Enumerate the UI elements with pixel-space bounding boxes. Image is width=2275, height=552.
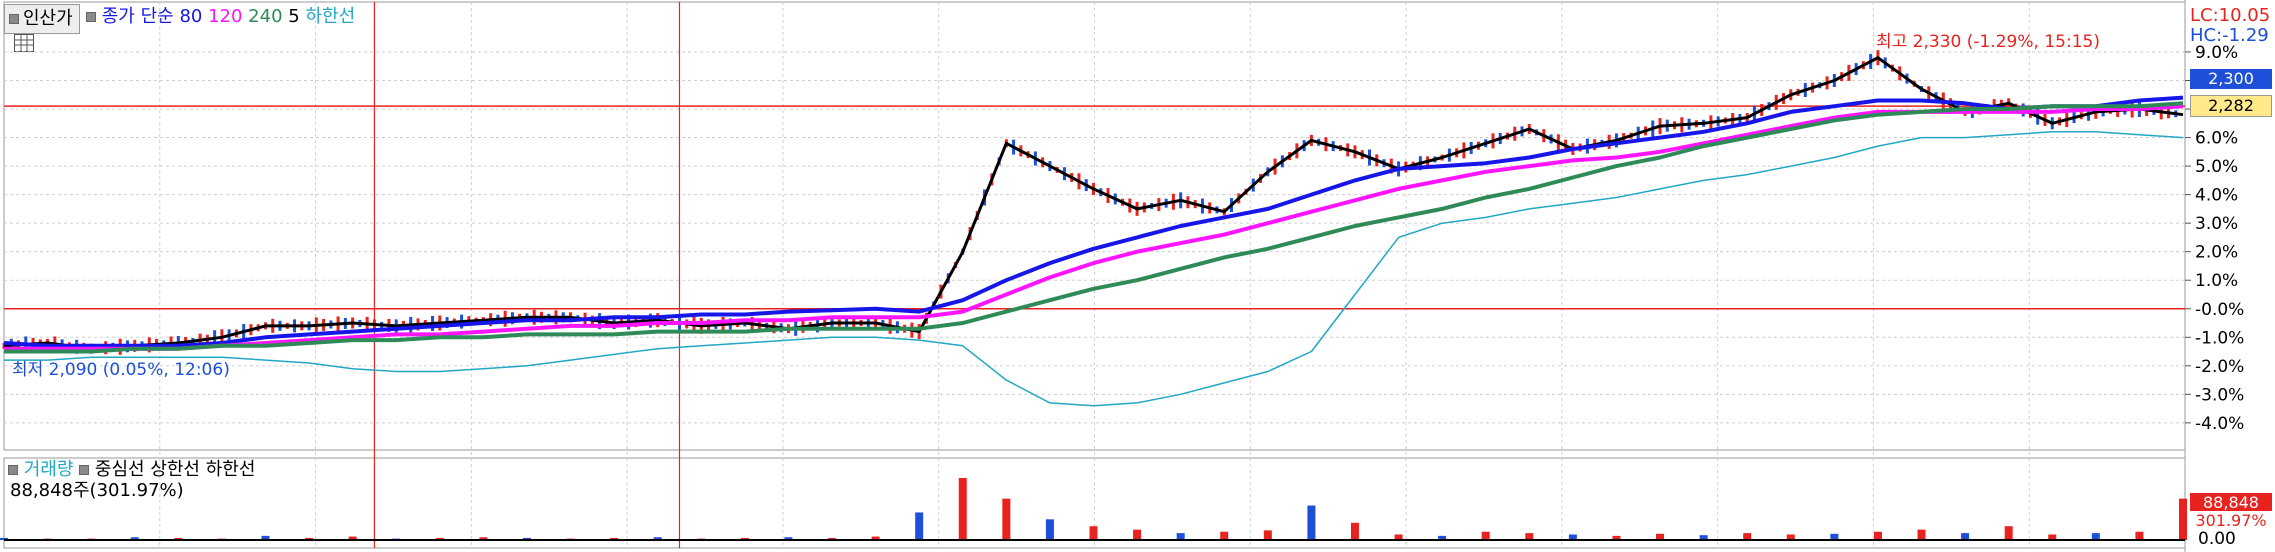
legend-volume[interactable]: 거래량	[24, 459, 74, 480]
y-tick-label: 3.0%	[2195, 214, 2238, 234]
volume-bar	[2135, 531, 2144, 540]
volume-bar	[1133, 529, 1142, 540]
volume-bar	[1350, 522, 1359, 540]
lower-band-line	[4, 131, 2184, 407]
price-volume-chart: 9.0%8.0%7.0%6.0%5.0%4.0%3.0%2.0%1.0%-0.0…	[0, 0, 2244, 552]
volume-bar	[1220, 531, 1229, 540]
volume-bar	[1873, 531, 1882, 540]
volume-bar	[1307, 505, 1316, 540]
volume-bar	[2004, 526, 2013, 540]
ma120-line	[4, 104, 2184, 351]
volume-bar	[1961, 533, 1970, 540]
volume-bar	[1743, 533, 1752, 540]
volume-bar	[2091, 533, 2100, 540]
volume-bar	[1089, 526, 1098, 540]
y-tick-label: 5.0%	[2195, 157, 2238, 177]
volume-bar	[2179, 498, 2187, 540]
price-tag-current: 2,300	[2190, 69, 2272, 89]
y-tick-label: 6.0%	[2195, 129, 2238, 149]
legend-center[interactable]: 중심선	[95, 459, 145, 480]
y-tick-label: -2.0%	[2195, 357, 2244, 377]
volume-toggle-icon[interactable]	[79, 465, 90, 475]
volume-bar	[1917, 529, 1926, 540]
volume-bar	[1481, 531, 1490, 540]
ma240-line	[4, 101, 2184, 354]
price-tag-ma: 2,282	[2190, 95, 2272, 117]
volume-bar	[1176, 533, 1185, 540]
volume-collapse-icon[interactable]	[8, 465, 18, 475]
y-tick-label: 4.0%	[2195, 186, 2238, 206]
low-annotation: 최저 2,090 (0.05%, 12:06)	[12, 360, 230, 380]
stock-chart-window: 인산가 종가 단순 80 120 240 5 하한선 9.0%8.0%7.0%6…	[0, 0, 2275, 552]
volume-bar	[1525, 533, 1534, 540]
y-tick-label: -4.0%	[2195, 414, 2244, 434]
volume-bar	[1045, 519, 1054, 540]
volume-bar	[1002, 498, 1011, 540]
grid-layer	[3, 0, 2186, 552]
y-tick-label: 1.0%	[2195, 271, 2238, 291]
volume-bars	[0, 478, 2187, 541]
volume-axis-zero: 0.00	[2198, 529, 2236, 549]
y-tick-label: -1.0%	[2195, 328, 2244, 348]
y-tick-label: 2.0%	[2195, 243, 2238, 263]
volume-bar	[958, 478, 967, 540]
legend-upper[interactable]: 상한선	[150, 459, 200, 480]
volume-bar	[915, 512, 924, 540]
volume-bar	[1263, 530, 1272, 540]
high-annotation: 최고 2,330 (-1.29%, 15:15)	[1876, 32, 2100, 52]
hc-label: HC:-1.29	[2190, 25, 2269, 46]
volume-text: 88,848주(301.97%)	[10, 480, 184, 501]
volume-tag: 88,848	[2190, 493, 2272, 513]
legend-lower[interactable]: 하한선	[206, 459, 256, 480]
series-lines	[2, 50, 2184, 407]
y-tick-label: -0.0%	[2195, 300, 2244, 320]
y-tick-label: -3.0%	[2195, 385, 2244, 405]
